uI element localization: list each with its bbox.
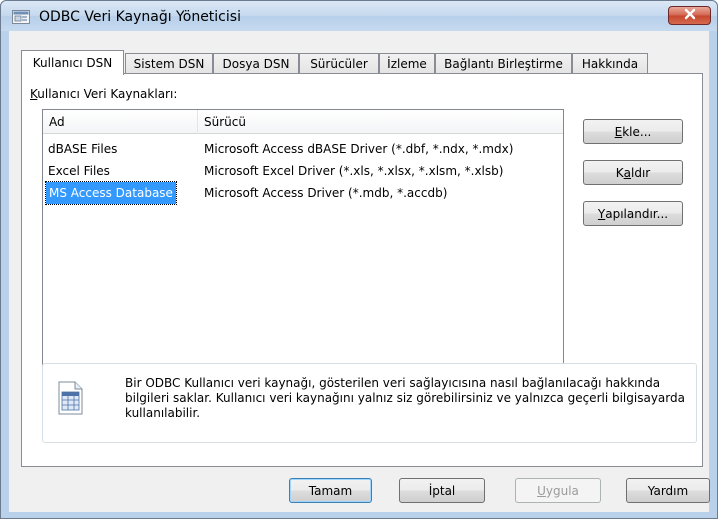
- help-button[interactable]: Yardım: [626, 478, 710, 503]
- configure-button[interactable]: Yapılandır...: [583, 201, 683, 226]
- ok-button[interactable]: Tamam: [289, 478, 372, 503]
- tab-drivers[interactable]: Sürücüler: [299, 53, 379, 74]
- list-item-driver: Microsoft Access dBASE Driver (*.dbf, *.…: [204, 142, 514, 156]
- tab-user-dsn[interactable]: Kullanıcı DSN: [21, 50, 124, 75]
- tab-file-dsn[interactable]: Dosya DSN: [213, 53, 299, 74]
- column-header-name[interactable]: Ad: [43, 110, 198, 134]
- user-data-sources-label: Kullanıcı Veri Kaynakları:: [30, 87, 178, 101]
- list-item[interactable]: dBASE Files Microsoft Access dBASE Drive…: [43, 138, 563, 160]
- tab-connection-pooling[interactable]: Bağlantı Birleştirme: [435, 53, 572, 74]
- close-icon: [683, 8, 697, 23]
- list-item-driver: Microsoft Excel Driver (*.xls, *.xlsx, *…: [204, 164, 504, 178]
- list-item[interactable]: Excel Files Microsoft Excel Driver (*.xl…: [43, 160, 563, 182]
- apply-button[interactable]: Uygula: [515, 478, 601, 503]
- user-data-sources-list[interactable]: Ad Sürücü dBASE Files Microsoft Access d…: [42, 109, 564, 374]
- remove-button[interactable]: Ka ldır: [583, 160, 683, 185]
- odbc-datasource-icon: [12, 10, 30, 24]
- list-item-selected[interactable]: MS Access Database Microsoft Access Driv…: [43, 181, 563, 205]
- tab-tracing[interactable]: İzleme: [379, 53, 435, 74]
- column-header-driver[interactable]: Sürücü: [198, 110, 563, 134]
- list-item-name: MS Access Database: [45, 181, 177, 205]
- close-button[interactable]: [668, 6, 711, 25]
- list-header: Ad Sürücü: [43, 110, 563, 134]
- cancel-button[interactable]: İptal: [399, 478, 485, 503]
- list-item-driver: Microsoft Access Driver (*.mdb, *.accdb): [204, 186, 448, 200]
- title-bar[interactable]: ODBC Veri Kaynağı Yöneticisi: [1, 1, 717, 31]
- tab-system-dsn[interactable]: Sistem DSN: [125, 53, 213, 74]
- database-table-icon: [55, 381, 85, 415]
- odbc-admin-window: ODBC Veri Kaynağı Yöneticisi Kullanıcı D…: [0, 0, 718, 519]
- add-button[interactable]: Ekle...: [583, 119, 683, 144]
- list-item-name: dBASE Files: [48, 142, 118, 156]
- info-box: Bir ODBC Kullanıcı veri kaynağı, gösteri…: [42, 363, 697, 443]
- tab-about[interactable]: Hakkında: [572, 53, 648, 74]
- window-title: ODBC Veri Kaynağı Yöneticisi: [39, 9, 241, 25]
- info-description: Bir ODBC Kullanıcı veri kaynağı, gösteri…: [125, 376, 685, 420]
- dialog-client-area: Kullanıcı DSN Sistem DSN Dosya DSN Sürüc…: [9, 31, 710, 512]
- list-item-name: Excel Files: [48, 164, 110, 178]
